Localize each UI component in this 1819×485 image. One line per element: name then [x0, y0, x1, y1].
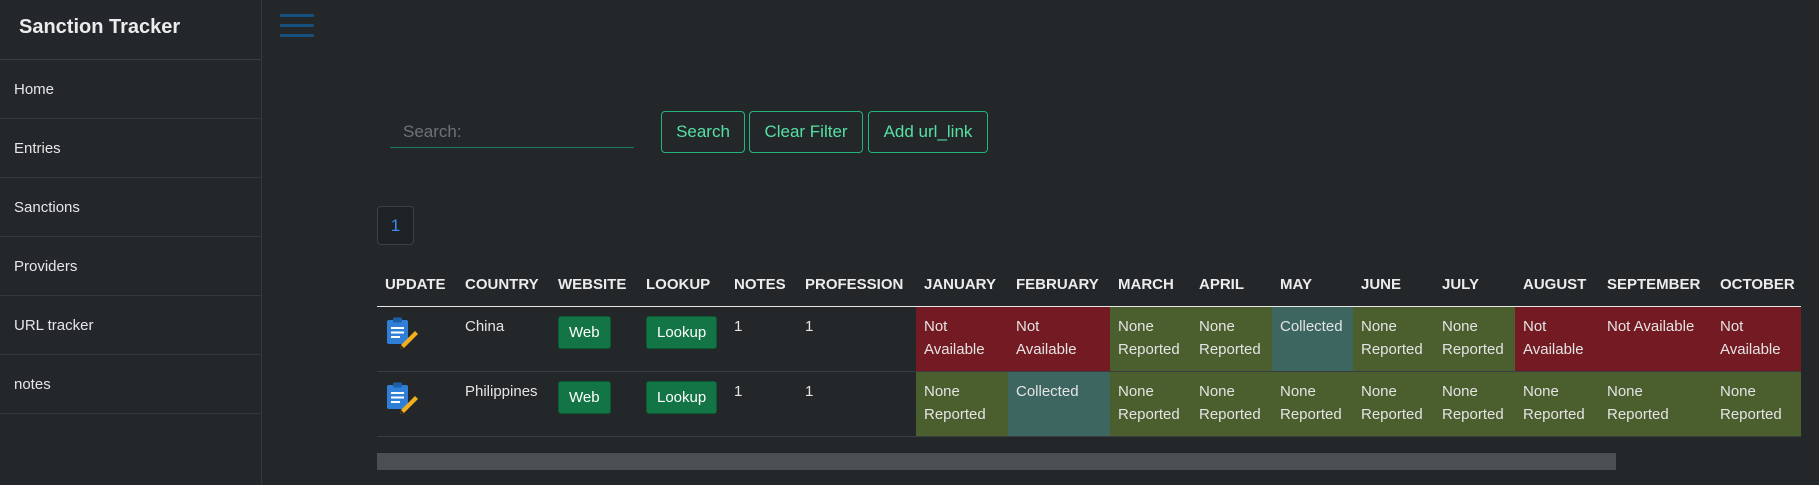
header-october[interactable]: OCTOBER	[1712, 268, 1801, 306]
month-status-cell: None Reported	[1712, 372, 1801, 436]
month-status-cell: None Reported	[1599, 372, 1712, 436]
month-status-cell: Not Available	[1712, 307, 1801, 371]
table-row: China Web Lookup 1 1 Not Available Not A…	[377, 307, 1801, 372]
month-status-cell: None Reported	[1110, 307, 1191, 371]
header-lookup[interactable]: LOOKUP	[638, 268, 726, 306]
month-status-cell: Collected	[1272, 307, 1353, 371]
add-url-link-button[interactable]: Add url_link	[868, 111, 988, 153]
lookup-cell: Lookup	[638, 307, 726, 371]
update-cell	[377, 307, 457, 371]
header-may[interactable]: MAY	[1272, 268, 1353, 306]
search-input[interactable]	[390, 116, 634, 148]
sidebar-item-url-tracker[interactable]: URL tracker	[0, 296, 261, 355]
header-june[interactable]: JUNE	[1353, 268, 1434, 306]
header-july[interactable]: JULY	[1434, 268, 1515, 306]
header-website[interactable]: WEBSITE	[550, 268, 638, 306]
sanctions-table: UPDATE COUNTRY WEBSITE LOOKUP NOTES PROF…	[377, 268, 1801, 437]
clear-filter-button[interactable]: Clear Filter	[749, 111, 863, 153]
month-status-cell: Collected	[1008, 372, 1110, 436]
month-status-cell: None Reported	[1434, 372, 1515, 436]
month-status-cell: None Reported	[1353, 307, 1434, 371]
month-status-cell: Not Available	[916, 307, 1008, 371]
web-button[interactable]: Web	[558, 316, 611, 349]
month-status-cell: None Reported	[1515, 372, 1599, 436]
header-august[interactable]: AUGUST	[1515, 268, 1599, 306]
header-september[interactable]: SEPTEMBER	[1599, 268, 1712, 306]
header-profession[interactable]: PROFESSION	[797, 268, 916, 306]
month-status-cell: Not Available	[1515, 307, 1599, 371]
search-button[interactable]: Search	[661, 111, 745, 153]
table-row: Philippines Web Lookup 1 1 None Reported…	[377, 372, 1801, 437]
horizontal-scrollbar[interactable]	[377, 453, 1616, 470]
website-cell: Web	[550, 307, 638, 371]
update-cell	[377, 372, 457, 436]
header-notes[interactable]: NOTES	[726, 268, 797, 306]
month-status-cell: Not Available	[1599, 307, 1712, 371]
month-status-cell: None Reported	[1272, 372, 1353, 436]
month-status-cell: None Reported	[1110, 372, 1191, 436]
sidebar: Sanction Tracker Home Entries Sanctions …	[0, 0, 262, 485]
month-status-cell: None Reported	[1353, 372, 1434, 436]
clipboard-edit-icon[interactable]	[384, 380, 418, 414]
header-country[interactable]: COUNTRY	[457, 268, 550, 306]
month-status-cell: None Reported	[1191, 307, 1272, 371]
header-january[interactable]: JANUARY	[916, 268, 1008, 306]
header-april[interactable]: APRIL	[1191, 268, 1272, 306]
sidebar-item-sanctions[interactable]: Sanctions	[0, 178, 261, 237]
app-title[interactable]: Sanction Tracker	[0, 0, 261, 60]
notes-cell[interactable]: 1	[726, 372, 797, 436]
pagination-page-1[interactable]: 1	[377, 206, 414, 245]
sidebar-item-home[interactable]: Home	[0, 60, 261, 119]
profession-cell[interactable]: 1	[797, 372, 916, 436]
sidebar-item-entries[interactable]: Entries	[0, 119, 261, 178]
table-header-row: UPDATE COUNTRY WEBSITE LOOKUP NOTES PROF…	[377, 268, 1801, 307]
sidebar-item-notes[interactable]: notes	[0, 355, 261, 414]
lookup-button[interactable]: Lookup	[646, 316, 718, 349]
sidebar-item-providers[interactable]: Providers	[0, 237, 261, 296]
profession-cell[interactable]: 1	[797, 307, 916, 371]
country-cell: Philippines	[465, 383, 538, 400]
hamburger-menu-icon[interactable]	[280, 14, 314, 42]
header-february[interactable]: FEBRUARY	[1008, 268, 1110, 306]
country-cell: China	[465, 318, 505, 335]
month-status-cell: None Reported	[916, 372, 1008, 436]
notes-cell[interactable]: 1	[726, 307, 797, 371]
website-cell: Web	[550, 372, 638, 436]
clipboard-edit-icon[interactable]	[384, 315, 418, 349]
header-update[interactable]: UPDATE	[377, 268, 457, 306]
month-status-cell: Not Available	[1008, 307, 1110, 371]
month-status-cell: None Reported	[1434, 307, 1515, 371]
lookup-button[interactable]: Lookup	[646, 381, 718, 414]
month-status-cell: None Reported	[1191, 372, 1272, 436]
lookup-cell: Lookup	[638, 372, 726, 436]
web-button[interactable]: Web	[558, 381, 611, 414]
header-march[interactable]: MARCH	[1110, 268, 1191, 306]
